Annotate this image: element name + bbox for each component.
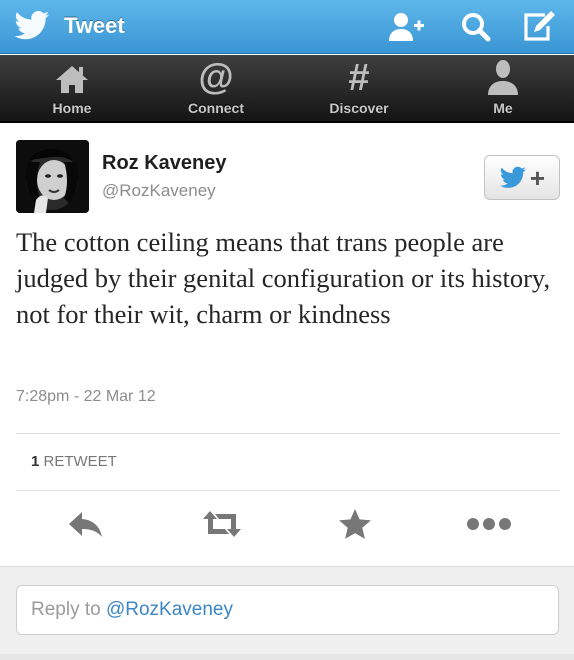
twitter-bird-icon: [14, 10, 50, 42]
tweet-timestamp: 7:28pm - 22 Mar 12: [16, 388, 156, 405]
reply-button[interactable]: [61, 502, 111, 546]
tab-me[interactable]: Me: [448, 55, 558, 121]
svg-text:@: @: [198, 59, 233, 95]
svg-text:#: #: [348, 59, 369, 95]
tab-connect-label: Connect: [188, 100, 244, 116]
follow-plus: +: [529, 162, 546, 193]
home-icon: [56, 66, 88, 93]
tab-discover-label: Discover: [329, 100, 389, 116]
retweet-count-label: RETWEET: [43, 453, 117, 470]
compose-button[interactable]: [518, 8, 560, 46]
tab-discover[interactable]: # Discover: [304, 55, 414, 121]
retweet-button[interactable]: [197, 502, 247, 546]
reply-mention: @RozKaveney: [105, 599, 234, 620]
avatar[interactable]: [16, 140, 89, 213]
search-icon: [462, 13, 491, 42]
retweet-count[interactable]: 1 RETWEET: [31, 453, 117, 470]
title-bar: Tweet: [0, 0, 574, 54]
hashtag-icon: #: [348, 59, 369, 95]
tweet-text: The cotton ceiling means that trans peop…: [16, 227, 551, 329]
retweet-count-number: 1: [31, 453, 40, 470]
retweet-icon: [203, 511, 241, 537]
divider: [0, 654, 574, 660]
reply-arrow-icon: [69, 512, 102, 537]
page-title: Tweet: [64, 13, 125, 38]
twitter-bird-icon: [499, 166, 526, 188]
add-user-button[interactable]: [386, 8, 428, 46]
person-icon: [488, 60, 518, 95]
author-handle[interactable]: @RozKaveney: [102, 181, 216, 201]
tab-me-label: Me: [493, 100, 513, 116]
favorite-button[interactable]: [330, 502, 380, 546]
search-button[interactable]: [455, 8, 497, 46]
divider: [16, 490, 560, 491]
reply-input[interactable]: Reply to @RozKaveney: [16, 585, 559, 635]
at-icon: @: [198, 59, 233, 95]
compose-icon: [524, 11, 555, 41]
ellipsis-icon: [467, 518, 511, 530]
tab-home[interactable]: Home: [17, 55, 127, 121]
star-icon: [339, 509, 371, 539]
author-name[interactable]: Roz Kaveney: [102, 152, 227, 175]
more-button[interactable]: [464, 502, 514, 546]
add-user-icon: [389, 13, 424, 41]
tab-home-label: Home: [52, 100, 92, 116]
reply-area: Reply to @RozKaveney: [0, 566, 574, 660]
tab-connect[interactable]: @ Connect: [161, 55, 271, 121]
divider: [16, 433, 560, 434]
follow-button[interactable]: +: [484, 155, 560, 200]
reply-prefix: Reply to: [31, 599, 106, 620]
tab-bar: Home @ Connect # Discover Me: [0, 55, 574, 123]
